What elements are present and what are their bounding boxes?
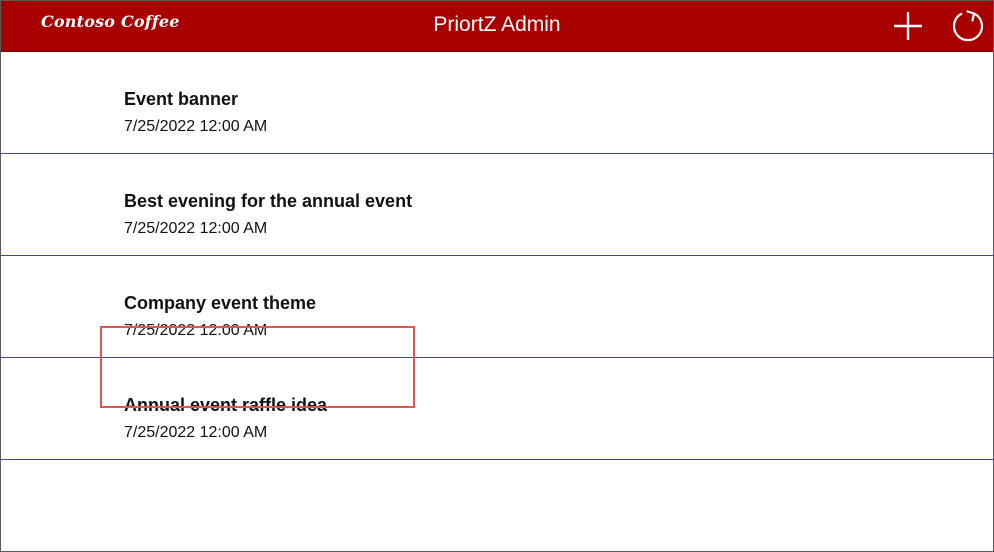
item-date: 7/25/2022 12:00 AM (124, 220, 268, 237)
header-bar: Contoso Coffee PriortZ Admin (1, 1, 993, 52)
item-date: 7/25/2022 12:00 AM (124, 322, 268, 339)
refresh-icon (952, 10, 984, 42)
app-screen: Contoso Coffee PriortZ Admin Event banne… (0, 0, 994, 552)
item-date: 7/25/2022 12:00 AM (124, 424, 268, 441)
gallery-item[interactable]: Company event theme 7/25/2022 12:00 AM (1, 256, 993, 358)
add-button[interactable] (890, 8, 926, 44)
gallery-item[interactable]: Event banner 7/25/2022 12:00 AM (1, 52, 993, 154)
item-date: 7/25/2022 12:00 AM (124, 118, 268, 135)
plus-icon (894, 12, 922, 40)
item-title: Best evening for the annual event (124, 191, 413, 211)
gallery-item[interactable]: Best evening for the annual event 7/25/2… (1, 154, 993, 256)
contoso-coffee-logo: Contoso Coffee (41, 12, 180, 31)
item-title: Company event theme (124, 293, 317, 313)
gallery-item[interactable]: Annual event raffle idea 7/25/2022 12:00… (1, 358, 993, 460)
item-title: Annual event raffle idea (124, 395, 328, 415)
refresh-button[interactable] (950, 8, 986, 44)
event-gallery: Event banner 7/25/2022 12:00 AM Best eve… (1, 52, 993, 460)
item-title: Event banner (124, 89, 239, 109)
